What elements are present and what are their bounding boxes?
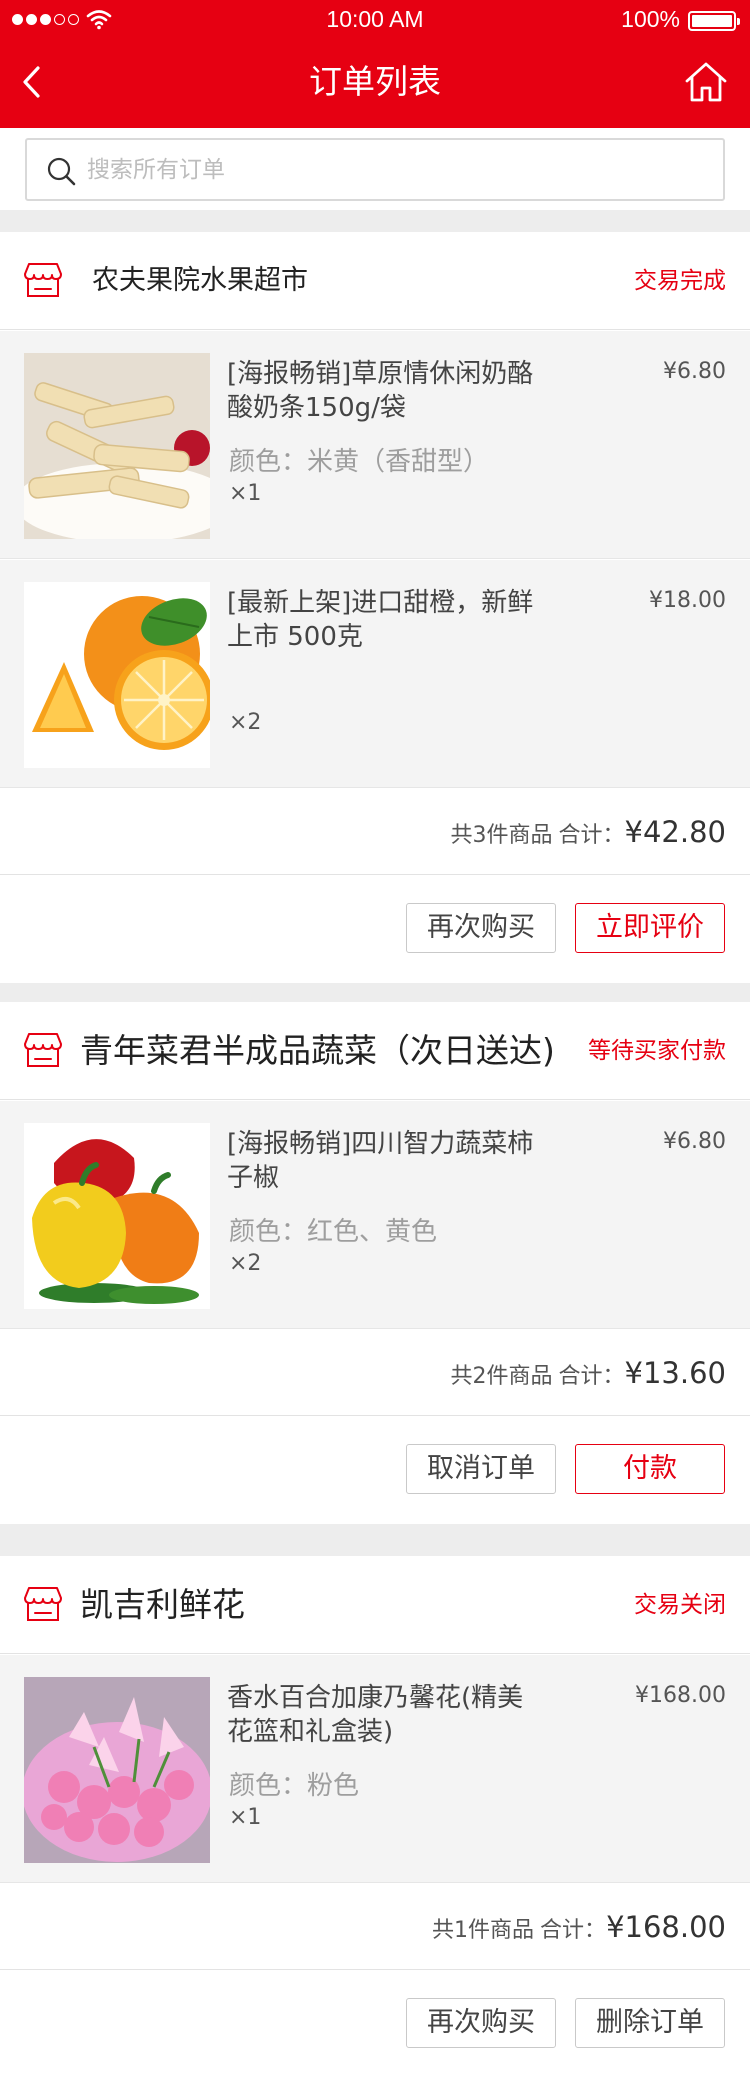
shop-header[interactable]: 农夫果院水果超市 交易完成 bbox=[0, 232, 750, 330]
product-image bbox=[24, 582, 210, 768]
shop-icon bbox=[24, 1033, 62, 1067]
total-amount: ¥168.00 bbox=[606, 1910, 726, 1944]
delete-order-button[interactable]: 删除订单 bbox=[575, 1998, 725, 2048]
total-amount: ¥42.80 bbox=[624, 815, 726, 849]
product-spec: 颜色：粉色 bbox=[229, 1771, 360, 1801]
item-count: 共3件商品 bbox=[450, 823, 553, 848]
battery-icon bbox=[688, 11, 740, 31]
product-name: [海报畅销]四川智力蔬菜柿子椒 bbox=[227, 1129, 534, 1193]
order-item[interactable]: [最新上架]进口甜橙，新鲜上市 500克 ×2 ¥18.00 bbox=[0, 560, 750, 788]
buy-again-button[interactable]: 再次购买 bbox=[406, 1998, 556, 2048]
product-image bbox=[24, 353, 210, 539]
shop-name: 凯吉利鲜花 bbox=[80, 1585, 245, 1624]
shop-icon bbox=[24, 1587, 62, 1621]
cancel-order-button[interactable]: 取消订单 bbox=[406, 1444, 556, 1494]
home-icon[interactable] bbox=[684, 60, 728, 104]
status-bar: 10:00 AM 100% bbox=[0, 0, 750, 42]
product-price: ¥168.00 bbox=[635, 1683, 726, 1708]
item-count: 共2件商品 bbox=[450, 1364, 553, 1389]
product-price: ¥6.80 bbox=[663, 359, 726, 384]
shop-header[interactable]: 青年菜君半成品蔬菜（次日送达) 等待买家付款 bbox=[0, 1002, 750, 1100]
product-quantity: ×1 bbox=[229, 481, 262, 506]
buy-again-button[interactable]: 再次购买 bbox=[406, 903, 556, 953]
review-button[interactable]: 立即评价 bbox=[575, 903, 725, 953]
total-amount: ¥13.60 bbox=[624, 1356, 726, 1390]
shop-icon bbox=[24, 263, 62, 297]
product-name: [最新上架]进口甜橙，新鲜上市 500克 bbox=[227, 588, 534, 652]
order-item[interactable]: 香水百合加康乃馨花(精美花篮和礼盒装) 颜色：粉色 ×1 ¥168.00 bbox=[0, 1655, 750, 1883]
order-status: 交易关闭 bbox=[634, 1592, 726, 1618]
order-card: 农夫果院水果超市 交易完成 [海报畅销]草原情休闲奶酪酸奶条150g/袋 颜色：… bbox=[0, 232, 750, 983]
search-input[interactable] bbox=[87, 152, 707, 188]
shop-name: 农夫果院水果超市 bbox=[92, 265, 308, 296]
pay-button[interactable]: 付款 bbox=[575, 1444, 725, 1494]
order-summary: 共3件商品 合计：¥42.80 bbox=[0, 789, 750, 875]
product-quantity: ×2 bbox=[229, 710, 262, 735]
order-card: 青年菜君半成品蔬菜（次日送达) 等待买家付款 [海报畅销]四川智力蔬菜柿子椒 颜… bbox=[0, 1002, 750, 1524]
order-summary: 共2件商品 合计：¥13.60 bbox=[0, 1330, 750, 1416]
product-price: ¥18.00 bbox=[649, 588, 726, 613]
search-bar bbox=[0, 128, 750, 210]
search-icon bbox=[47, 157, 76, 186]
product-name: [海报畅销]草原情休闲奶酪酸奶条150g/袋 bbox=[227, 359, 534, 423]
action-row: 再次购买 立即评价 bbox=[0, 875, 750, 983]
product-spec: 颜色：米黄（香甜型） bbox=[229, 447, 490, 477]
product-spec: 颜色：红色、黄色 bbox=[229, 1217, 438, 1247]
total-label: 合计： bbox=[558, 1364, 625, 1389]
product-price: ¥6.80 bbox=[663, 1129, 726, 1154]
page-title: 订单列表 bbox=[309, 62, 441, 101]
product-quantity: ×1 bbox=[229, 1805, 262, 1830]
item-count: 共1件商品 bbox=[432, 1918, 535, 1943]
action-row: 取消订单 付款 bbox=[0, 1416, 750, 1524]
product-image bbox=[24, 1123, 210, 1309]
top-bar: 10:00 AM 100% 订单列表 bbox=[0, 0, 750, 128]
product-image bbox=[24, 1677, 210, 1863]
product-name: 香水百合加康乃馨花(精美花篮和礼盒装) bbox=[227, 1683, 524, 1747]
action-row: 再次购买 删除订单 bbox=[0, 1970, 750, 2078]
order-card: 凯吉利鲜花 交易关闭 香水百合加康乃馨花(精美花篮和礼盒装) 颜色：粉色 ×1 … bbox=[0, 1556, 750, 2078]
order-status: 等待买家付款 bbox=[588, 1038, 726, 1064]
battery-percent: 100% bbox=[621, 6, 680, 32]
order-item[interactable]: [海报畅销]四川智力蔬菜柿子椒 颜色：红色、黄色 ×2 ¥6.80 bbox=[0, 1101, 750, 1329]
total-label: 合计： bbox=[540, 1918, 607, 1943]
order-item[interactable]: [海报畅销]草原情休闲奶酪酸奶条150g/袋 颜色：米黄（香甜型） ×1 ¥6.… bbox=[0, 331, 750, 559]
order-summary: 共1件商品 合计：¥168.00 bbox=[0, 1884, 750, 1970]
product-quantity: ×2 bbox=[229, 1251, 262, 1276]
total-label: 合计： bbox=[558, 823, 625, 848]
shop-name: 青年菜君半成品蔬菜（次日送达) bbox=[80, 1031, 555, 1070]
order-status: 交易完成 bbox=[634, 268, 726, 294]
search-box[interactable] bbox=[25, 138, 725, 201]
shop-header[interactable]: 凯吉利鲜花 交易关闭 bbox=[0, 1556, 750, 1654]
